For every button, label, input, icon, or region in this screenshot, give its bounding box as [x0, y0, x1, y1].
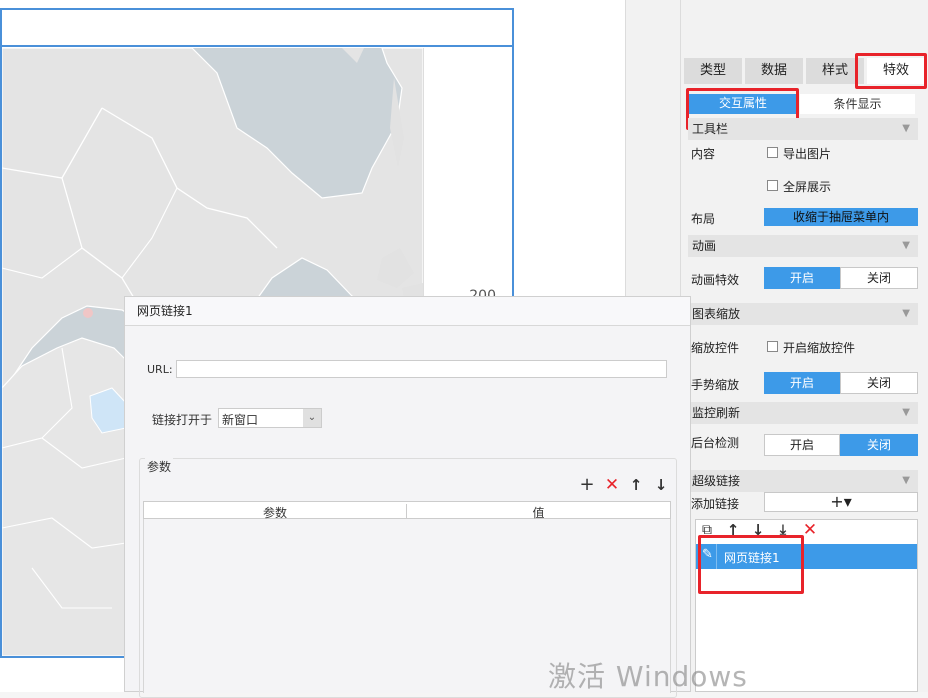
animation-off-toggle[interactable]: 关闭: [840, 267, 918, 289]
params-table-header: 参数 值: [143, 501, 671, 520]
gesture-zoom-label: 手势缩放: [691, 378, 740, 392]
link-item-selected[interactable]: ✎ 网页链接1: [696, 544, 917, 569]
chevron-down-icon: ▼: [902, 123, 910, 134]
open-in-select[interactable]: 新窗口 ⌄: [218, 408, 322, 428]
tab-data[interactable]: 数据: [745, 58, 803, 84]
arrow-up-icon[interactable]: ↑: [725, 522, 741, 538]
add-link-button[interactable]: +▾: [764, 492, 918, 512]
hyperlink-dialog: 网页链接1 URL: 链接打开于 新窗口 ⌄ 参数 + ✕ ↑ ↓ 参数 值: [124, 296, 691, 698]
section-animation-title: 动画: [692, 239, 717, 253]
subtab-conditional[interactable]: 条件显示: [800, 94, 915, 114]
delete-icon[interactable]: ✕: [802, 522, 818, 539]
edit-pencil-icon[interactable]: ✎: [702, 547, 713, 562]
export-image-checkbox[interactable]: [767, 147, 778, 158]
chevron-down-icon: ▼: [902, 308, 910, 319]
url-input[interactable]: [176, 360, 667, 378]
tab-type[interactable]: 类型: [684, 58, 742, 84]
section-refresh-title: 监控刷新: [692, 406, 741, 420]
open-in-label: 链接打开于: [152, 413, 213, 427]
tab-style[interactable]: 样式: [806, 58, 864, 84]
map-legend: 200: [423, 48, 512, 308]
section-zoom-title: 图表缩放: [692, 307, 741, 321]
chevron-down-icon: ▼: [902, 240, 910, 251]
url-label: URL:: [147, 363, 173, 376]
params-legend: 参数: [145, 458, 174, 475]
map-title-bar[interactable]: [2, 10, 512, 47]
backend-check-label: 后台检测: [691, 436, 740, 450]
arrow-down-icon[interactable]: ↓: [653, 477, 669, 493]
layout-label: 布局: [691, 212, 716, 226]
gesture-on-toggle[interactable]: 开启: [764, 372, 840, 394]
section-refresh[interactable]: 监控刷新 ▼: [688, 402, 918, 424]
fullscreen-label: 全屏展示: [783, 180, 832, 194]
layout-drawer-option[interactable]: 收缩于抽屉菜单内: [764, 208, 918, 226]
section-toolbar[interactable]: 工具栏 ▼: [688, 118, 918, 140]
chevron-down-icon[interactable]: ⌄: [303, 409, 321, 427]
add-link-label: 添加链接: [691, 497, 740, 511]
zoom-control-checkbox[interactable]: [767, 341, 778, 352]
section-toolbar-title: 工具栏: [692, 122, 729, 136]
gesture-off-toggle[interactable]: 关闭: [840, 372, 918, 394]
add-icon[interactable]: +: [579, 476, 595, 494]
content-label: 内容: [691, 147, 716, 161]
copy-icon[interactable]: ⧉: [699, 522, 715, 538]
export-image-label: 导出图片: [783, 147, 832, 161]
subtab-interactive[interactable]: 交互属性: [688, 94, 798, 114]
backend-off-toggle[interactable]: 关闭: [840, 434, 918, 456]
animation-effect-label: 动画特效: [691, 273, 740, 287]
windows-activation-watermark: 激活 Windows: [548, 660, 748, 693]
item-divider: [716, 544, 717, 569]
link-item-label: 网页链接1: [724, 551, 780, 565]
section-zoom[interactable]: 图表缩放 ▼: [688, 303, 918, 325]
backend-on-toggle[interactable]: 开启: [764, 434, 840, 456]
move-bottom-icon[interactable]: ⤓: [775, 522, 791, 538]
chevron-down-icon: ▼: [902, 475, 910, 486]
zoom-control-label: 缩放控件: [691, 341, 740, 355]
arrow-down-icon[interactable]: ↓: [750, 522, 766, 538]
section-hyperlink-title: 超级链接: [692, 474, 741, 488]
fullscreen-checkbox[interactable]: [767, 180, 778, 191]
arrow-up-icon[interactable]: ↑: [628, 477, 644, 493]
chevron-down-icon: ▼: [902, 407, 910, 418]
section-animation[interactable]: 动画 ▼: [688, 235, 918, 257]
animation-on-toggle[interactable]: 开启: [764, 267, 840, 289]
delete-icon[interactable]: ✕: [604, 477, 620, 494]
section-hyperlink[interactable]: 超级链接 ▼: [688, 470, 918, 492]
tab-effects[interactable]: 特效: [867, 58, 925, 84]
open-in-value: 新窗口: [222, 413, 259, 427]
zoom-control-checkbox-label: 开启缩放控件: [783, 341, 856, 355]
dialog-title: 网页链接1: [125, 297, 690, 326]
